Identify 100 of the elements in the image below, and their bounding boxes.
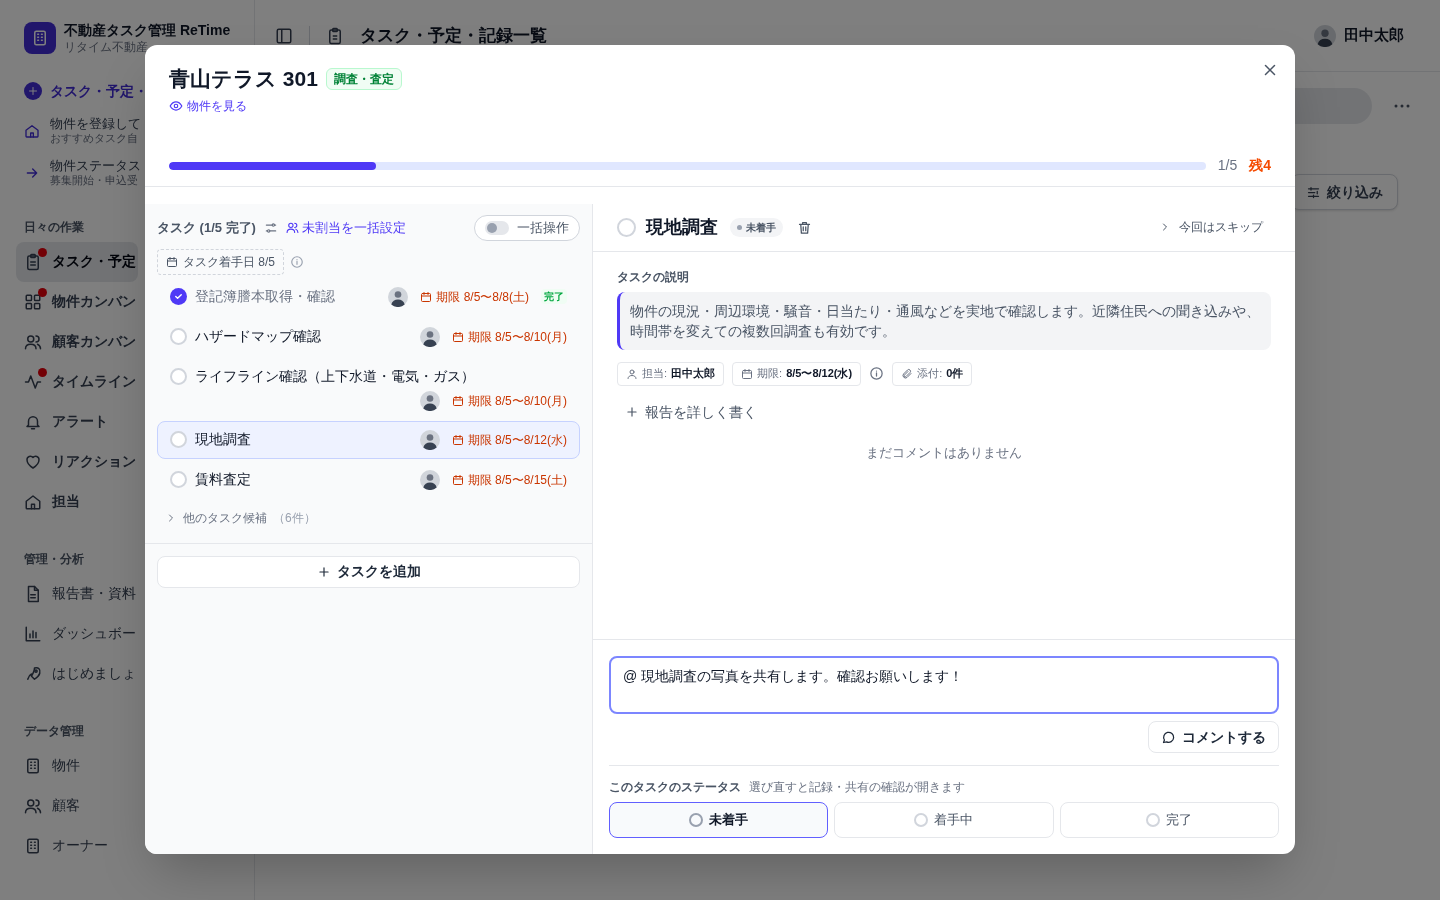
status-option[interactable]: 着手中 [834,802,1054,838]
due-date: 期限 8/5〜8/8(土) [420,287,529,306]
building-icon [31,29,49,48]
task-title: 現地調査 [195,430,251,449]
heart-icon [24,452,42,471]
task-row[interactable]: 賃料査定 期限 8/5〜8/15(土) [157,460,580,499]
avatar-icon [419,326,440,347]
task-checkbox[interactable] [170,328,187,345]
bar-chart-icon [24,624,42,643]
task-checkbox[interactable] [170,367,187,385]
plus-icon [625,405,639,419]
attachment-chip: 添付: 0件 [892,361,973,386]
bulk-assign-link[interactable]: 未割当を一括設定 [285,217,406,238]
avatar-icon [388,286,409,307]
page-title: タスク・予定・記録一覧 [360,24,547,47]
remaining-count: 残4 [1249,156,1271,175]
shortcut-title[interactable]: 物件ステータス [50,157,141,174]
house-icon[interactable] [24,122,40,139]
task-title: ハザードマップ確認 [195,327,321,346]
sidebar-toggle-icon[interactable] [275,26,293,45]
pulse-icon [24,372,42,391]
bulk-action-toggle[interactable]: 一括操作 [474,214,580,241]
task-checkbox[interactable] [170,431,187,448]
plus-icon[interactable] [24,82,42,100]
users-icon [24,796,42,815]
progress-count: 1/5 [1217,156,1238,175]
due-date: 期限 8/5〜8/10(月) [451,391,567,410]
avatar-icon [1314,24,1336,47]
status-option[interactable]: 未着手 [609,802,829,838]
status-badge: 未着手 [730,217,783,237]
task-title: 現地調査 [646,215,718,239]
paperclip-icon [901,367,914,380]
users-icon [24,332,42,351]
speech-bubble-icon [1161,729,1176,745]
info-icon[interactable] [290,254,304,269]
more-icon[interactable] [1394,104,1410,108]
task-checkbox[interactable] [170,471,187,488]
comment-button[interactable]: コメントする [1148,721,1279,753]
plus-icon [316,564,331,579]
status-hint: 選び直すと記録・共有の確認が開きます [749,779,965,796]
status-label: このタスクのステータス [609,779,741,796]
due-date: 期限 8/5〜8/15(土) [451,470,567,489]
more-tasks-toggle[interactable]: 他のタスク候補 （6件） [145,508,592,527]
new-task-link[interactable]: タスク・予定・ [50,80,148,102]
due-date: 期限 8/5〜8/12(水) [451,430,567,449]
shortcut-title[interactable]: 物件を登録して [50,115,141,132]
user-name[interactable]: 田中太郎 [1344,24,1404,47]
shortcut-subtitle: おすすめタスク自 [50,131,139,146]
add-task-button[interactable]: タスクを追加 [157,555,580,588]
task-checkbox[interactable] [170,288,187,305]
avatar-icon [419,390,440,411]
app-subtitle: リタイム不動産 [64,39,149,55]
avatar-icon [419,469,440,490]
status-option[interactable]: 完了 [1059,802,1279,838]
building-icon [24,756,42,775]
comment-field[interactable]: @ 現地調査の写真を共有します。確認お願いします！ [609,656,1279,714]
info-icon[interactable] [869,366,885,381]
calendar-icon [166,255,178,268]
eye-icon [169,98,183,113]
nav-item[interactable]: タスク・予定 [16,241,138,282]
calendar-icon [741,367,754,380]
task-description: 物件の現況・周辺環境・騒音・日当たり・通風などを実地で確認します。近隣住民への聞き込みや、時間帯を変えての複数回調査も有効です。 [617,291,1271,350]
due-chip: 期限: 8/5〜8/12(水) [732,361,862,386]
done-badge: 完了 [541,289,567,304]
task-checkbox[interactable] [617,217,636,237]
users-icon [285,221,299,234]
calendar-icon [451,330,464,343]
shortcut-subtitle: 募集開始・申込受 [50,173,139,188]
empty-comments-message: まだコメントはありません [866,443,1022,462]
task-row[interactable]: 現地調査 期限 8/5〜8/12(水) [157,420,580,459]
building-icon [24,836,42,855]
person-icon [626,367,638,380]
task-title: 登記簿謄本取得・確認 [195,287,335,306]
section-label: タスクの説明 [617,268,690,286]
task-row[interactable]: 登記簿謄本取得・確認 期限 8/5〜8/8(土) 完了 [157,277,580,316]
sliders-icon [1306,184,1321,200]
task-title: 賃料査定 [195,470,251,489]
start-date-chip[interactable]: タスク着手日 8/5 [157,248,284,275]
calendar-icon [451,433,464,446]
app-name: 不動産タスク管理 ReTime [64,22,231,40]
write-report-button[interactable]: 報告を詳しく書く [625,401,757,423]
view-property-link[interactable]: 物件を見る [169,96,247,115]
sliders-icon[interactable] [263,220,278,235]
property-title: 青山テラス 301 [169,66,318,92]
task-row[interactable]: ハザードマップ確認 期限 8/5〜8/10(月) [157,317,580,356]
house-icon [24,492,42,511]
clipboard-icon [24,252,42,271]
section-title: データ管理 [24,722,84,740]
skip-button[interactable]: 今回はスキップ [1159,218,1271,236]
section-title: 管理・分析 [24,550,84,568]
calendar-icon [451,394,464,407]
avatar-icon [419,429,440,450]
check-icon [173,291,184,302]
calendar-icon [420,290,433,303]
assignee-chip: 担当: 田中太郎 [617,361,725,386]
grid-icon [24,292,42,311]
due-date: 期限 8/5〜8/10(月) [451,327,567,346]
trash-icon[interactable] [797,219,812,235]
task-count-heading: タスク (1/5 完了) [157,218,256,237]
task-row[interactable]: ライフライン確認（上下水道・電気・ガス） 期限 8/5〜8/10(月) [157,357,580,419]
